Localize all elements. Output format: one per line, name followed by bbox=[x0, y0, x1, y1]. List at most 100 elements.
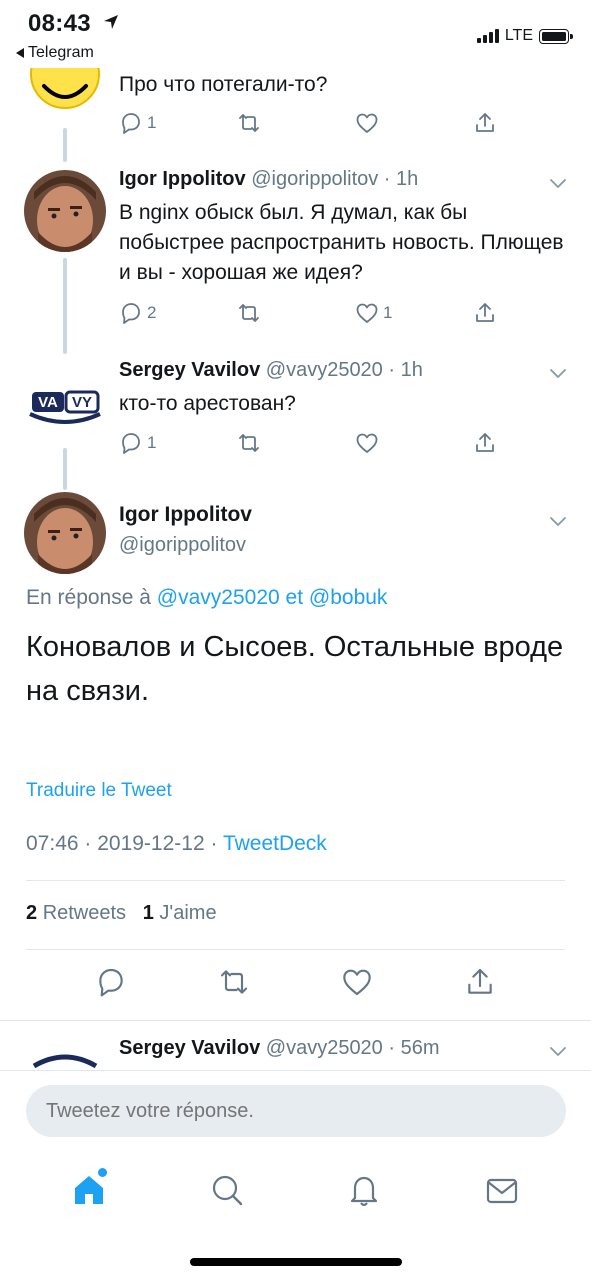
vavy-avatar[interactable] bbox=[24, 1032, 106, 1070]
author-handle[interactable]: @igorippolitov bbox=[119, 534, 246, 557]
likes-stat[interactable]: 1 J'aime bbox=[143, 902, 217, 924]
reply-user-link[interactable]: @vavy25020 bbox=[157, 586, 280, 609]
chevron-down-icon[interactable] bbox=[549, 512, 567, 530]
tweet-timestamp: 07:46 · 2019-12-12 · TweetDeck bbox=[26, 832, 327, 856]
heart-icon[interactable] bbox=[341, 966, 373, 998]
tweet-time: 07:46 · 2019-12-12 · bbox=[26, 832, 218, 855]
section-divider bbox=[0, 1020, 591, 1021]
like-count: 1 bbox=[383, 303, 393, 322]
main-tweet-actions bbox=[0, 966, 591, 998]
reply-count: 1 bbox=[147, 433, 157, 452]
translate-link[interactable]: Traduire le Tweet bbox=[26, 780, 172, 802]
location-arrow-icon bbox=[104, 15, 118, 29]
avatar-text-vy: VY bbox=[72, 394, 92, 411]
chevron-down-icon[interactable] bbox=[549, 1042, 567, 1060]
author-handle-time: @igorippolitov · 1h bbox=[251, 168, 419, 190]
new-indicator-dot bbox=[97, 1168, 107, 1177]
envelope-icon bbox=[487, 1178, 518, 1204]
tweet-text: В nginx обыск был. Я думал, как бы побыс… bbox=[119, 201, 564, 284]
status-indicators: LTE bbox=[476, 27, 573, 45]
bell-icon bbox=[351, 1176, 378, 1207]
tweet-actions: 1 bbox=[119, 110, 539, 136]
battery-icon bbox=[539, 28, 573, 44]
reply-user-link[interactable]: @bobuk bbox=[309, 586, 388, 609]
tweet-actions: 2 1 bbox=[119, 300, 539, 326]
reply-icon[interactable] bbox=[95, 966, 127, 998]
retweet-button[interactable] bbox=[237, 430, 355, 456]
signal-icon bbox=[476, 29, 499, 43]
vavy-logo-icon bbox=[32, 1054, 98, 1069]
back-app-label: Telegram bbox=[28, 44, 94, 61]
share-icon bbox=[476, 303, 494, 322]
igor-avatar[interactable] bbox=[24, 492, 106, 574]
share-button[interactable] bbox=[473, 110, 497, 136]
tweet-source-link[interactable]: TweetDeck bbox=[223, 832, 327, 855]
tweet-text: Про что потегали-то? bbox=[119, 73, 328, 96]
tweet-header: Sergey Vavilov @vavy25020 · 1h bbox=[119, 359, 423, 382]
divider bbox=[26, 949, 565, 950]
reply-input[interactable] bbox=[26, 1085, 566, 1137]
chevron-down-icon[interactable] bbox=[549, 364, 567, 382]
home-indicator[interactable] bbox=[190, 1258, 402, 1266]
igor-avatar[interactable] bbox=[24, 170, 106, 252]
like-button[interactable] bbox=[355, 110, 473, 136]
thread-connector bbox=[63, 128, 67, 162]
tab-messages[interactable] bbox=[472, 1160, 532, 1220]
retweet-button[interactable] bbox=[237, 110, 355, 136]
chevron-down-icon[interactable] bbox=[549, 174, 567, 192]
retweet-icon bbox=[239, 304, 259, 322]
author-name[interactable]: Sergey Vavilov bbox=[119, 359, 260, 381]
reply-icon bbox=[122, 113, 140, 134]
reply-composer-bar bbox=[0, 1070, 591, 1150]
author-name[interactable]: Igor Ippolitov bbox=[119, 503, 252, 527]
reply-button[interactable]: 2 bbox=[119, 300, 237, 326]
like-button[interactable] bbox=[355, 430, 473, 456]
reply-count: 1 bbox=[147, 113, 157, 132]
heart-icon bbox=[356, 433, 378, 453]
network-label: LTE bbox=[504, 27, 533, 44]
tweet-actions: 1 bbox=[119, 430, 539, 456]
thread-connector bbox=[63, 448, 67, 490]
tweet-text: кто-то арестован? bbox=[119, 392, 296, 415]
share-icon bbox=[476, 433, 494, 452]
tab-bar bbox=[0, 1150, 591, 1230]
heart-icon bbox=[356, 303, 378, 323]
main-tweet-text: Коновалов и Сысоев. Остальные вроде на с… bbox=[26, 631, 564, 707]
retweets-stat[interactable]: 2 Retweets bbox=[26, 902, 126, 924]
reply-icon bbox=[122, 433, 140, 454]
author-name[interactable]: Igor Ippolitov bbox=[119, 168, 246, 190]
share-button[interactable] bbox=[473, 430, 497, 456]
reply-count: 2 bbox=[147, 303, 157, 322]
back-triangle-icon bbox=[16, 48, 24, 58]
tweet-header: Igor Ippolitov @igorippolitov · 1h bbox=[119, 168, 418, 191]
retweet-icon[interactable] bbox=[218, 966, 250, 998]
author-handle-time: @vavy25020 · 1h bbox=[265, 359, 423, 381]
heart-icon bbox=[356, 113, 378, 133]
home-icon bbox=[74, 1176, 103, 1204]
like-button[interactable]: 1 bbox=[355, 300, 473, 326]
thread-connector bbox=[63, 258, 67, 354]
avatar-text-va: VA bbox=[38, 394, 58, 411]
reply-prefix: En réponse à bbox=[26, 586, 151, 609]
back-to-app-button[interactable]: Telegram bbox=[16, 44, 94, 62]
author-handle-time: @vavy25020 · 56m bbox=[265, 1037, 440, 1059]
retweet-button[interactable] bbox=[237, 300, 355, 326]
search-icon bbox=[212, 1175, 242, 1206]
reply-and[interactable]: et bbox=[286, 586, 304, 609]
share-button[interactable] bbox=[473, 300, 497, 326]
vavy-logo-icon: VA VY bbox=[29, 390, 101, 424]
share-icon[interactable] bbox=[464, 966, 496, 998]
tab-home[interactable] bbox=[59, 1160, 119, 1220]
author-name[interactable]: Sergey Vavilov bbox=[119, 1037, 260, 1059]
vavy-avatar[interactable]: VA VY bbox=[24, 360, 106, 442]
retweet-icon bbox=[239, 434, 259, 452]
tweet-header: Sergey Vavilov @vavy25020 · 56m bbox=[119, 1037, 440, 1060]
status-time: 08:43 bbox=[28, 10, 91, 37]
tab-notifications[interactable] bbox=[334, 1160, 394, 1220]
reply-button[interactable]: 1 bbox=[119, 430, 237, 456]
divider bbox=[26, 880, 565, 881]
retweet-icon bbox=[239, 114, 259, 132]
tab-search[interactable] bbox=[197, 1160, 257, 1220]
reply-context: En réponse à @vavy25020 et @bobuk bbox=[26, 586, 387, 610]
reply-button[interactable]: 1 bbox=[119, 110, 237, 136]
